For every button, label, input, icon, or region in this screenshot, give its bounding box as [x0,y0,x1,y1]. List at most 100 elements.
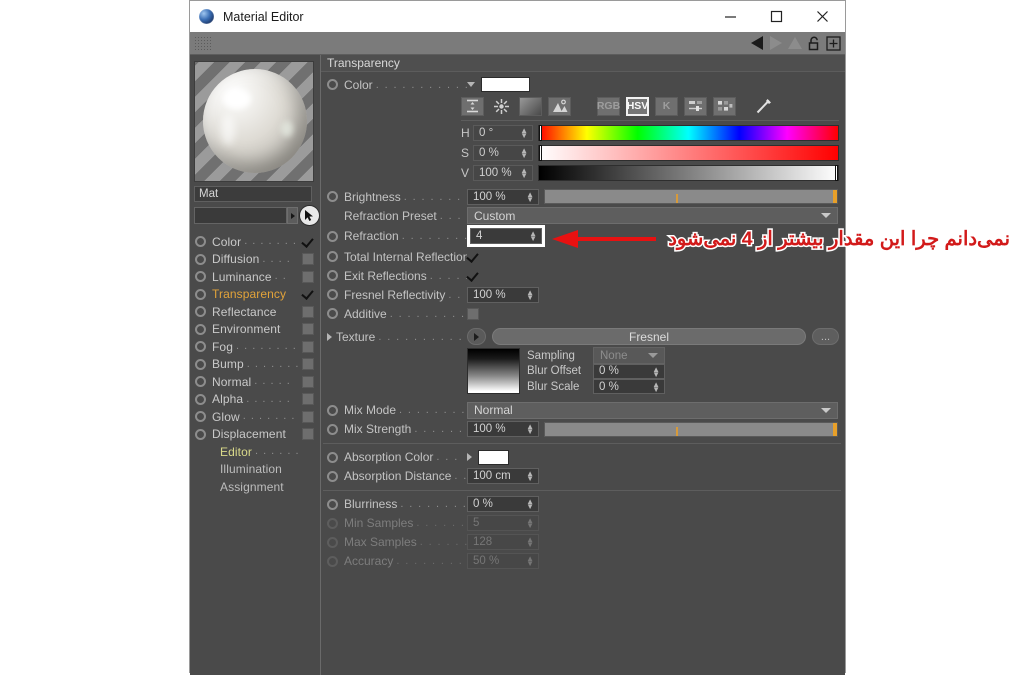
add-icon[interactable] [825,35,841,51]
channel-radio-icon[interactable] [195,358,206,370]
color-model-hsv-button[interactable]: HSV [626,96,649,116]
channel-radio-icon[interactable] [195,411,206,423]
channel-radio-icon[interactable] [195,323,206,335]
mix-strength-slider[interactable] [544,421,838,437]
blurriness-radio-icon[interactable] [327,498,338,510]
spinner-icon[interactable]: ▲ ▼ [520,147,528,160]
channel-row-reflectance[interactable]: Reflectance [195,303,320,321]
material-name-field[interactable]: Mat [194,186,312,202]
texture-browse-button[interactable]: ... [812,328,839,345]
texture-play-button[interactable] [467,328,486,345]
spinner-icon[interactable]: ▲ ▼ [520,127,528,140]
brightness-field[interactable]: 100 % ▲ ▼ [467,188,539,205]
color-model-rgb-button[interactable]: RGB [597,96,620,116]
tir-radio-icon[interactable] [327,251,338,262]
value-slider[interactable] [538,165,839,181]
mix-mode-radio-icon[interactable] [327,404,338,416]
spinner-icon[interactable]: ▲ ▼ [652,365,660,378]
blur-offset-field[interactable]: 0 % ▲ ▼ [593,363,665,379]
channel-checkbox[interactable] [302,323,314,336]
spinner-icon[interactable]: ▲ ▼ [526,470,534,483]
color-radio-icon[interactable] [327,79,338,90]
refraction-radio-icon[interactable] [327,230,338,242]
saturation-slider[interactable] [538,145,839,161]
channel-row-environment[interactable]: Environment [195,321,320,339]
sliders-icon[interactable] [684,96,707,116]
spinner-icon[interactable]: ▲ ▼ [520,167,528,180]
material-preview[interactable] [194,61,314,182]
search-input[interactable] [194,207,288,224]
next-material-arrow-icon[interactable] [768,35,784,51]
search-dropdown-button[interactable] [287,207,299,224]
channel-row-normal[interactable]: Normal . . . . . [195,373,320,391]
pick-cursor-icon[interactable] [299,205,320,226]
channel-checkbox[interactable] [302,393,314,406]
absorption-color-swatch[interactable] [478,449,509,465]
channel-radio-icon[interactable] [195,428,206,440]
channel-row-diffusion[interactable]: Diffusion . . . . [195,251,320,269]
absorption-distance-field[interactable]: 100 cm ▲ ▼ [467,468,539,484]
maximize-button[interactable] [753,1,799,32]
color-swatch[interactable] [481,77,530,92]
brightness-radio-icon[interactable] [327,191,338,202]
channel-row-editor[interactable]: Editor . . . . . . [195,443,320,461]
refraction-preset-dropdown[interactable]: Custom [467,207,838,224]
mix-strength-radio-icon[interactable] [327,423,338,435]
eyedropper-icon[interactable] [752,97,775,116]
channel-radio-icon[interactable] [195,253,206,265]
channel-row-alpha[interactable]: Alpha . . . . . . [195,391,320,409]
channel-row-assignment[interactable]: Assignment [195,478,320,496]
fresnel-reflectivity-field[interactable]: 100 % ▲ ▼ [467,286,539,303]
absorption-color-radio-icon[interactable] [327,451,338,463]
color-model-k-button[interactable]: K [655,96,678,116]
channel-checkbox[interactable] [302,358,314,371]
texture-expand-caret-icon[interactable] [327,332,332,341]
channel-checkbox[interactable] [302,305,314,318]
channel-row-glow[interactable]: Glow . . . . . . . [195,408,320,426]
up-level-arrow-icon[interactable] [787,35,803,51]
lock-icon[interactable] [806,35,822,51]
spinner-icon[interactable]: ▲ ▼ [526,190,534,203]
channel-radio-icon[interactable] [195,306,206,318]
color-wheel-icon[interactable] [490,97,513,116]
value-field[interactable]: 100 % ▲ ▼ [473,165,533,181]
refraction-field[interactable]: 4 ▲ ▼ [470,228,542,244]
absorption-color-expand-caret-icon[interactable] [467,453,472,461]
fresnel-radio-icon[interactable] [327,289,338,300]
prev-material-arrow-icon[interactable] [749,35,765,51]
channel-radio-icon[interactable] [195,236,206,248]
channel-checkbox[interactable] [302,428,314,441]
channel-checkbox[interactable] [302,340,314,353]
channel-checkbox[interactable] [302,253,314,266]
blur-scale-field[interactable]: 0 % ▲ ▼ [593,379,665,395]
channel-checkbox[interactable] [302,288,314,301]
range-icon[interactable] [461,96,484,116]
channel-checkbox[interactable] [302,235,314,248]
channel-radio-icon[interactable] [195,288,206,300]
channel-checkbox[interactable] [302,375,314,388]
absorption-distance-radio-icon[interactable] [327,470,338,482]
channel-row-color[interactable]: Color . . . . . . . [195,233,320,251]
swatches-icon[interactable] [713,96,736,116]
hue-field[interactable]: 0 ° ▲ ▼ [473,125,533,141]
texture-name-button[interactable]: Fresnel [492,328,806,345]
channel-row-displacement[interactable]: Displacement [195,426,320,444]
channel-row-bump[interactable]: Bump . . . . . . . [195,356,320,374]
close-button[interactable] [799,1,845,32]
channel-row-transparency[interactable]: Transparency [195,286,320,304]
saturation-field[interactable]: 0 % ▲ ▼ [473,145,533,161]
drag-grip-icon[interactable] [194,35,211,51]
gradient-thumbnail-icon[interactable] [467,348,520,394]
additive-checkbox[interactable] [467,307,479,320]
channel-radio-icon[interactable] [195,376,206,388]
brightness-slider[interactable] [544,189,838,204]
channel-radio-icon[interactable] [195,393,206,405]
exit-reflections-radio-icon[interactable] [327,270,338,281]
channel-row-fog[interactable]: Fog . . . . . . . . [195,338,320,356]
total-internal-reflection-checkbox[interactable] [467,250,479,263]
sampling-dropdown[interactable]: None [593,347,665,365]
mix-mode-dropdown[interactable]: Normal [467,401,838,419]
picture-icon[interactable] [548,96,571,116]
spinner-icon[interactable]: ▲ ▼ [526,288,534,301]
blurriness-field[interactable]: 0 % ▲ ▼ [467,496,539,512]
